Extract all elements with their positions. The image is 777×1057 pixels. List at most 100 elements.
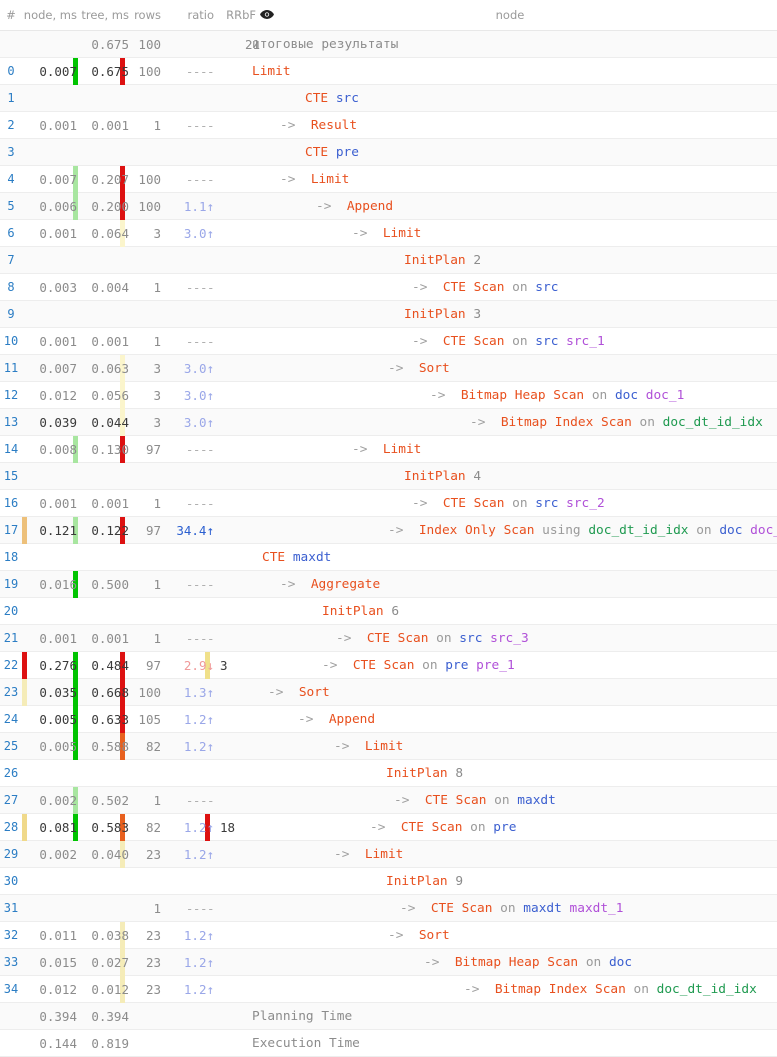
table-row[interactable]: 20 InitPlan 6 bbox=[0, 598, 777, 625]
table-row[interactable]: 1 CTE src bbox=[0, 85, 777, 112]
table-row[interactable]: 26 InitPlan 8 bbox=[0, 760, 777, 787]
footer-node-ms: 0.394 bbox=[39, 1009, 77, 1024]
table-row[interactable]: 30 InitPlan 9 bbox=[0, 868, 777, 895]
column-header-tree-ms[interactable]: tree, ms bbox=[79, 0, 129, 31]
table-row[interactable]: 15 InitPlan 4 bbox=[0, 463, 777, 490]
table-row[interactable]: 18 CTE maxdt bbox=[0, 544, 777, 571]
table-row[interactable]: 24 0.005 0.633 105 1.2↑ -> Append bbox=[0, 706, 777, 733]
cell-plan-node[interactable]: -> Bitmap Index Scan on doc_dt_id_idx bbox=[464, 976, 757, 1003]
row-number: 25 bbox=[3, 739, 19, 753]
cell-node-ms: 0.008 bbox=[39, 442, 77, 457]
cell-plan-node[interactable]: -> Aggregate bbox=[280, 571, 380, 598]
cell-plan-node[interactable]: -> Limit bbox=[352, 436, 421, 463]
plan-token-on: on bbox=[486, 793, 518, 808]
table-row[interactable]: 9 InitPlan 3 bbox=[0, 301, 777, 328]
table-row[interactable]: 14 0.008 0.130 97 ---- -> Limit bbox=[0, 436, 777, 463]
table-row[interactable]: 27 0.002 0.502 1 ---- -> CTE Scan on maxdt bbox=[0, 787, 777, 814]
cell-plan-node[interactable]: InitPlan 8 bbox=[386, 760, 463, 787]
table-row[interactable]: 22 0.276 0.484 97 2.9↓ 3 -> CTE Scan on pre pr… bbox=[0, 652, 777, 679]
table-row[interactable]: 7 InitPlan 2 bbox=[0, 247, 777, 274]
plan-token-node: CTE Scan bbox=[393, 820, 463, 835]
cell-plan-node[interactable]: -> Sort bbox=[388, 922, 450, 949]
cell-plan-node[interactable]: -> CTE Scan on src src_2 bbox=[412, 490, 605, 517]
cell-plan-node[interactable]: -> Sort bbox=[268, 679, 330, 706]
cell-plan-node[interactable]: InitPlan 4 bbox=[404, 463, 481, 490]
cell-plan-node[interactable]: -> CTE Scan on src bbox=[412, 274, 558, 301]
cell-plan-node[interactable]: CTE pre bbox=[305, 139, 359, 166]
table-row[interactable]: 16 0.001 0.001 1 ---- -> CTE Scan on src src_… bbox=[0, 490, 777, 517]
table-row[interactable]: 11 0.007 0.063 3 3.0↑ -> Sort bbox=[0, 355, 777, 382]
cell-plan-node[interactable]: -> Bitmap Index Scan on doc_dt_id_idx bbox=[470, 409, 763, 436]
cell-plan-node[interactable]: -> CTE Scan on src src_3 bbox=[336, 625, 529, 652]
table-row[interactable]: 29 0.002 0.040 23 1.2↑ -> Limit bbox=[0, 841, 777, 868]
cell-tree-ms: 0.633 bbox=[91, 712, 129, 727]
row-number: 7 bbox=[7, 253, 15, 267]
cell-plan-node[interactable]: -> Limit bbox=[334, 733, 403, 760]
cell-plan-node[interactable]: -> Limit bbox=[280, 166, 349, 193]
cell-plan-node[interactable]: InitPlan 2 bbox=[404, 247, 481, 274]
table-row[interactable]: 32 0.011 0.038 23 1.2↑ -> Sort bbox=[0, 922, 777, 949]
cell-rows: 23 bbox=[145, 955, 161, 970]
column-header-rows[interactable]: rows bbox=[131, 0, 161, 31]
cell-plan-node[interactable]: Limit bbox=[252, 58, 291, 85]
table-row[interactable]: 21 0.001 0.001 1 ---- -> CTE Scan on src src_… bbox=[0, 625, 777, 652]
cell-plan-node[interactable]: InitPlan 9 bbox=[386, 868, 463, 895]
cell-plan-node[interactable]: -> Limit bbox=[334, 841, 403, 868]
table-row[interactable]: 31 1 ---- -> CTE Scan on maxdt maxdt_1 bbox=[0, 895, 777, 922]
column-header-node-ms[interactable]: node, ms bbox=[22, 0, 77, 31]
table-row[interactable]: 25 0.005 0.588 82 1.2↑ -> Limit bbox=[0, 733, 777, 760]
summary-plan-label: итоговые результаты bbox=[252, 37, 399, 52]
cell-rows bbox=[131, 598, 161, 625]
column-header-node[interactable]: node bbox=[440, 0, 580, 31]
table-row[interactable]: 3 CTE pre bbox=[0, 139, 777, 166]
cell-plan-node[interactable]: -> Index Only Scan using doc_dt_id_idx o… bbox=[388, 517, 777, 544]
cell-plan-node[interactable]: CTE src bbox=[305, 85, 359, 112]
table-row[interactable]: 19 0.016 0.500 1 ---- -> Aggregate bbox=[0, 571, 777, 598]
cell-plan-node[interactable]: -> Bitmap Heap Scan on doc bbox=[424, 949, 632, 976]
row-number: 13 bbox=[3, 415, 19, 429]
column-header-ratio[interactable]: ratio bbox=[176, 0, 214, 31]
cell-plan-node[interactable]: InitPlan 3 bbox=[404, 301, 481, 328]
cell-node-ms bbox=[26, 301, 77, 328]
plan-token-node: CTE Scan bbox=[359, 631, 429, 646]
column-header-rrbf[interactable]: RRbF bbox=[222, 0, 256, 31]
plan-token-idx: doc_dt_id_idx bbox=[662, 415, 763, 430]
table-row[interactable]: 4 0.007 0.207 100 ---- -> Limit bbox=[0, 166, 777, 193]
table-row[interactable]: 0 0.007 0.675 100 ---- Limit bbox=[0, 58, 777, 85]
cell-plan-node[interactable]: InitPlan 6 bbox=[322, 598, 399, 625]
cell-plan-node[interactable]: -> CTE Scan on pre pre_1 bbox=[322, 652, 515, 679]
cell-plan-node[interactable]: -> CTE Scan on maxdt bbox=[394, 787, 556, 814]
cell-rrbf bbox=[214, 463, 256, 490]
table-row[interactable]: 5 0.006 0.200 100 1.1↑ -> Append bbox=[0, 193, 777, 220]
eye-icon[interactable] bbox=[260, 0, 278, 31]
cell-plan-node[interactable]: CTE maxdt bbox=[262, 544, 331, 571]
cell-rows: 3 bbox=[153, 415, 161, 430]
table-row[interactable]: 6 0.001 0.064 3 3.0↑ -> Limit bbox=[0, 220, 777, 247]
cell-plan-node[interactable]: -> CTE Scan on pre bbox=[370, 814, 516, 841]
plan-token-alias: pre_1 bbox=[468, 658, 515, 673]
cell-plan-node[interactable]: -> CTE Scan on src src_1 bbox=[412, 328, 605, 355]
cell-rows: 23 bbox=[145, 847, 161, 862]
footer-tree-ms: 0.394 bbox=[91, 1009, 129, 1024]
cell-plan-node[interactable]: -> CTE Scan on maxdt maxdt_1 bbox=[400, 895, 623, 922]
table-row[interactable]: 23 0.035 0.668 100 1.3↑ -> Sort bbox=[0, 679, 777, 706]
cell-plan-node[interactable]: -> Append bbox=[298, 706, 375, 733]
cell-node-ms: 0.012 bbox=[39, 388, 77, 403]
summary-number bbox=[0, 31, 22, 58]
cell-plan-node[interactable]: -> Limit bbox=[352, 220, 421, 247]
table-row[interactable]: 13 0.039 0.044 3 3.0↑ -> Bitmap Index Scan on… bbox=[0, 409, 777, 436]
table-row[interactable]: 2 0.001 0.001 1 ---- -> Result bbox=[0, 112, 777, 139]
table-row[interactable]: 34 0.012 0.012 23 1.2↑ -> Bitmap Index Scan o… bbox=[0, 976, 777, 1003]
cell-plan-node[interactable]: -> Append bbox=[316, 193, 393, 220]
table-row[interactable]: 8 0.003 0.004 1 ---- -> CTE Scan on src bbox=[0, 274, 777, 301]
footer-row: 0.144 0.819 Execution Time bbox=[0, 1030, 777, 1057]
cell-plan-node[interactable]: -> Result bbox=[280, 112, 357, 139]
table-row[interactable]: 10 0.001 0.001 1 ---- -> CTE Scan on src src_… bbox=[0, 328, 777, 355]
table-row[interactable]: 17 0.121 0.122 97 34.4↑ -> Index Only Scan us… bbox=[0, 517, 777, 544]
column-header-number[interactable]: # bbox=[0, 0, 22, 31]
table-row[interactable]: 28 0.081 0.583 82 1.2↑ 18 -> CTE Scan on pre bbox=[0, 814, 777, 841]
cell-plan-node[interactable]: -> Sort bbox=[388, 355, 450, 382]
table-row[interactable]: 12 0.012 0.056 3 3.0↑ -> Bitmap Heap Scan on … bbox=[0, 382, 777, 409]
cell-plan-node[interactable]: -> Bitmap Heap Scan on doc doc_1 bbox=[430, 382, 684, 409]
table-row[interactable]: 33 0.015 0.027 23 1.2↑ -> Bitmap Heap Scan on… bbox=[0, 949, 777, 976]
